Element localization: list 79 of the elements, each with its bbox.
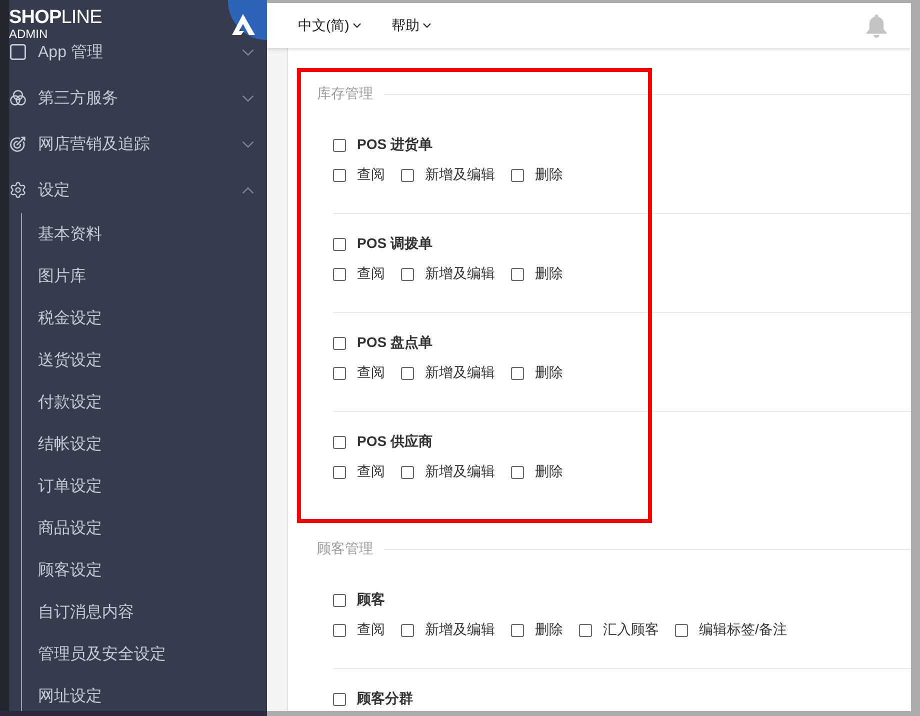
submenu-item[interactable]: 顾客设定: [38, 560, 102, 580]
checkbox[interactable]: [333, 366, 346, 380]
checkbox[interactable]: [511, 624, 524, 636]
submenu-item[interactable]: 网址设定: [38, 686, 102, 706]
logo-wordmark: SHOPLINE: [9, 8, 102, 28]
checkbox[interactable]: [401, 268, 414, 280]
permission-label: 编辑标签/备注: [699, 621, 787, 639]
checkbox[interactable]: [333, 594, 346, 606]
permission-label: 删除: [535, 463, 563, 481]
submenu-item[interactable]: 管理员及安全设定: [38, 644, 166, 664]
dropdown-menu[interactable]: 中文(简): [298, 16, 362, 34]
checkbox[interactable]: [333, 466, 346, 478]
checkbox[interactable]: [333, 168, 346, 182]
checkbox[interactable]: [333, 138, 346, 152]
peak-logo-icon[interactable]: [228, 0, 267, 40]
chevron-up-icon[interactable]: [242, 186, 254, 194]
circles-icon: [10, 90, 26, 106]
square-icon: [10, 44, 26, 60]
submenu-item[interactable]: 送货设定: [38, 350, 102, 370]
submenu-item[interactable]: 商品设定: [38, 518, 102, 538]
permission-label: 查阅: [357, 166, 385, 184]
permission-label: 查阅: [357, 621, 385, 639]
settings-icon: [10, 182, 26, 198]
checkbox[interactable]: [511, 366, 524, 380]
chevron-down-icon[interactable]: [242, 140, 254, 148]
checkbox[interactable]: [511, 268, 524, 280]
permission-group-label: POS 盘点单: [357, 334, 432, 352]
permission-group-label: POS 供应商: [357, 433, 432, 451]
permission-label: 新增及编辑: [425, 166, 495, 184]
permission-label: 查阅: [357, 463, 385, 481]
checkbox[interactable]: [511, 168, 524, 182]
checkbox[interactable]: [401, 624, 414, 636]
checkbox[interactable]: [401, 366, 414, 380]
permission-label: 删除: [535, 265, 563, 283]
section-title: 顾客管理: [317, 540, 373, 558]
permission-label: 查阅: [357, 265, 385, 283]
submenu-item[interactable]: 付款设定: [38, 392, 102, 412]
section-title: 库存管理: [317, 85, 373, 103]
checkbox[interactable]: [333, 268, 346, 280]
checkbox[interactable]: [579, 624, 592, 636]
submenu-item[interactable]: 图片库: [38, 266, 86, 286]
checkbox[interactable]: [333, 624, 346, 636]
permission-group-label: POS 调拨单: [357, 235, 432, 253]
checkbox[interactable]: [333, 336, 346, 350]
permission-label: 新增及编辑: [425, 463, 495, 481]
target-icon: [10, 136, 26, 152]
chevron-down-icon: [423, 23, 432, 28]
submenu-item[interactable]: 自订消息内容: [38, 602, 134, 622]
submenu-item[interactable]: 订单设定: [38, 476, 102, 496]
permission-group-label: POS 进货单: [357, 136, 432, 154]
submenu-item[interactable]: 结帐设定: [38, 434, 102, 454]
checkbox[interactable]: [511, 466, 524, 478]
submenu-item[interactable]: 税金设定: [38, 308, 102, 328]
permission-label: 删除: [535, 166, 563, 184]
permission-group-label: 顾客: [357, 591, 385, 609]
logo-subtitle: ADMIN: [9, 28, 48, 41]
checkbox[interactable]: [333, 692, 346, 706]
submenu-item[interactable]: 基本资料: [38, 224, 102, 244]
permission-label: 新增及编辑: [425, 621, 495, 639]
menu-item[interactable]: 设定: [38, 180, 230, 200]
permission-group-label: 顾客分群: [357, 690, 413, 708]
permission-label: 新增及编辑: [425, 364, 495, 382]
dropdown-menu[interactable]: 帮助: [391, 16, 432, 34]
menu-item[interactable]: 第三方服务: [38, 88, 230, 108]
permission-label: 删除: [535, 364, 563, 382]
menu-item[interactable]: App 管理: [38, 42, 230, 62]
permission-label: 查阅: [357, 364, 385, 382]
checkbox[interactable]: [401, 168, 414, 182]
checkbox[interactable]: [333, 436, 346, 448]
checkbox[interactable]: [401, 466, 414, 478]
permission-label: 汇入顾客: [603, 621, 659, 639]
chevron-down-icon[interactable]: [242, 94, 254, 102]
checkbox[interactable]: [675, 624, 688, 636]
chevron-down-icon: [353, 23, 362, 28]
permission-label: 删除: [535, 621, 563, 639]
menu-item[interactable]: 网店营销及追踪: [38, 134, 230, 154]
checkbox[interactable]: [333, 238, 346, 250]
permission-label: 新增及编辑: [425, 265, 495, 283]
chevron-down-icon[interactable]: [242, 48, 254, 56]
